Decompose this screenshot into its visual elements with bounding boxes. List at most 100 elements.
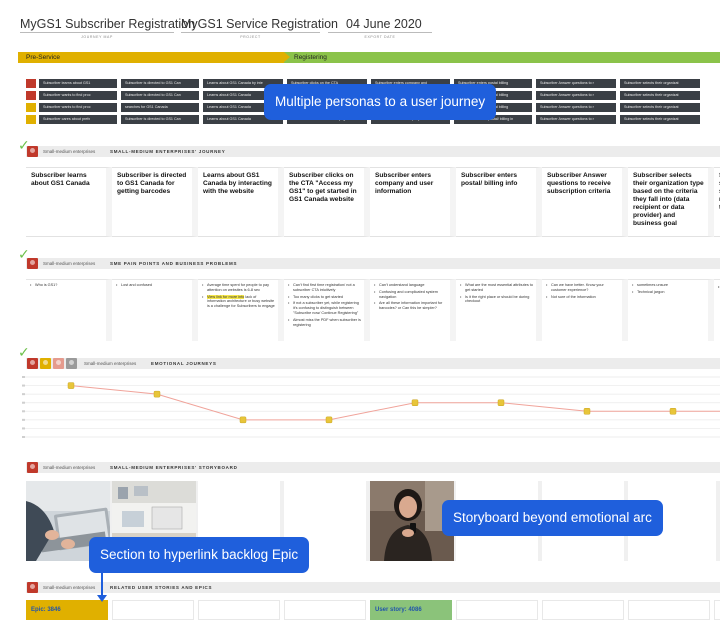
journey-step-card[interactable]: S s s n t <box>714 167 720 237</box>
journey-step-card[interactable]: Subscriber is directed to GS1 Canada for… <box>112 167 198 237</box>
persona-grid-cell[interactable]: Subscriber Answer questions to r <box>536 79 616 88</box>
persona-grid-cell[interactable]: Subscriber cares about prefx <box>39 115 117 124</box>
persona-grid-cell[interactable]: Subscriber is directed to GS1 Can <box>121 79 199 88</box>
pain-point-column[interactable]: Average time spent for people to pay att… <box>198 279 284 341</box>
persona-avatar-icon <box>27 582 38 593</box>
phase-arrow-icon <box>284 52 290 62</box>
emotion-point[interactable] <box>497 399 505 406</box>
pain-point-column[interactable]: What are the most essential attributes t… <box>456 279 542 341</box>
journey-step-card[interactable]: Subscriber selects their organization ty… <box>628 167 714 237</box>
persona-avatar-icon <box>27 146 38 157</box>
persona-grid-cell[interactable]: Subscriber Answer questions to r <box>536 91 616 100</box>
persona-grid-cell[interactable]: Subscriber selects their organizat <box>620 91 700 100</box>
persona-grid-cell[interactable]: Subscriber selects their organizat <box>620 79 700 88</box>
journey-step-card[interactable]: Subscriber Answer questions to receive s… <box>542 167 628 237</box>
emotion-point[interactable] <box>411 399 419 406</box>
chart-y-tick <box>22 393 25 396</box>
pain-point-column[interactable]: Can we have better. Know your customer e… <box>542 279 628 341</box>
persona-label: Small-medium enterprises <box>43 585 96 590</box>
pain-point-item: Lost and confused <box>116 283 189 288</box>
pain-point-item: View link for more info lack of informat… <box>202 294 275 309</box>
callout-personas: Multiple personas to a user journey <box>264 84 497 120</box>
storyboard-section-title: SMALL-MEDIUM ENTERPRISES' STORYBOARD <box>110 465 238 470</box>
header-underline <box>20 32 174 33</box>
pain-point-item: Can we have better. Know your customer e… <box>546 283 619 293</box>
empty-story-slot[interactable] <box>542 600 624 620</box>
pain-point-item: Are all these information important for … <box>374 301 447 311</box>
chart-y-tick <box>22 410 25 413</box>
pain-point-item: Average time spent for people to pay att… <box>202 283 275 293</box>
persona-grid-cell[interactable]: Subscriber selects their organizat <box>620 103 700 112</box>
journey-step-card[interactable]: Subscriber enters company and user infor… <box>370 167 456 237</box>
project-title: MyGS1 Service Registration <box>181 17 339 31</box>
journey-step-card[interactable]: Subscriber enters postal/ billing info <box>456 167 542 237</box>
emotion-point[interactable] <box>669 408 677 415</box>
pain-point-column[interactable] <box>714 279 720 341</box>
persona-label: Small-medium enterprises <box>43 149 96 154</box>
persona-grid-cell[interactable]: Subscriber Answer questions to r <box>536 115 616 124</box>
callout-pointer-line <box>101 573 103 597</box>
pain-point-item: What are the most essential attributes t… <box>460 283 533 293</box>
emotion-point[interactable] <box>239 416 247 424</box>
persona-grid-cell[interactable]: Subscriber wants to find proc <box>39 103 117 112</box>
emotion-point[interactable] <box>325 416 333 424</box>
pain-point-item: Can't find first time registration/ not … <box>288 283 361 293</box>
pain-point-column[interactable]: Can't understand language Confusing and c… <box>370 279 456 341</box>
header-underline <box>181 32 320 33</box>
pain-point-column[interactable]: Lost and confused <box>112 279 198 341</box>
pain-point-column[interactable]: sometimes unsure Technical jargon <box>628 279 714 341</box>
persona-grid-cell[interactable]: Subscriber is directed to GS1 Can <box>121 115 199 124</box>
empty-story-slot[interactable] <box>714 600 720 620</box>
empty-story-slot[interactable] <box>198 600 280 620</box>
empty-story-slot[interactable] <box>284 600 366 620</box>
journey-map-title: MyGS1 Subscriber Registration <box>20 17 196 31</box>
chart-y-tick <box>22 418 25 421</box>
phase-pre-service[interactable]: Pre-Service <box>18 52 284 63</box>
chart-y-tick <box>22 427 25 430</box>
empty-story-slot[interactable] <box>112 600 194 620</box>
chart-y-tick <box>22 436 25 438</box>
emotion-point[interactable] <box>153 390 161 398</box>
pain-point-item: Is it the right place or should be durin… <box>460 295 533 305</box>
pain-point-column[interactable]: Who is GS1? <box>26 279 112 341</box>
persona-grid-cell[interactable]: Subscriber is directed to GS1 Can <box>121 91 199 100</box>
user-story-link[interactable]: User story: 4086 <box>370 600 452 620</box>
persona-grid-cell[interactable]: Subscriber selects their organizat <box>620 115 700 124</box>
persona-avatar-icon <box>40 358 51 369</box>
persona-avatar-icon <box>26 103 36 112</box>
export-date: 04 June 2020 <box>346 17 422 31</box>
chart-y-tick <box>22 384 25 387</box>
more-info-link[interactable]: View link for more info <box>207 294 245 299</box>
callout-backlog: Section to hyperlink backlog Epic <box>89 537 310 573</box>
emotion-point[interactable] <box>67 382 75 389</box>
pain-point-column[interactable]: Can't find first time registration/ not … <box>284 279 370 341</box>
chart-y-tick <box>22 376 25 378</box>
pain-point-item: Almost miss the PDF when subscriber is r… <box>288 318 361 328</box>
journey-step-card[interactable]: Subscriber learns about GS1 Canada <box>26 167 112 237</box>
phase-registering[interactable]: Registering <box>284 52 720 63</box>
empty-story-slot[interactable] <box>628 600 710 620</box>
emotional-journey-chart <box>22 376 720 438</box>
persona-avatar-icon <box>26 115 36 124</box>
persona-avatar-icon <box>26 91 36 100</box>
persona-grid-cell[interactable]: Subscriber wants to find proc <box>39 91 117 100</box>
stories-section-title: RELATED USER STORIES AND EPICS <box>110 585 213 590</box>
emotion-point[interactable] <box>583 408 591 415</box>
pain-section-title: SME PAIN POINTS AND BUSINESS PROBLEMS <box>110 261 238 266</box>
persona-label: Small-medium enterprises <box>84 361 137 366</box>
epic-link[interactable]: Epic: 3846 <box>26 600 108 620</box>
persona-grid-cell[interactable]: Subscriber learns about GS1 <box>39 79 117 88</box>
pain-point-item: Confusing and complicated system navigat… <box>374 290 447 300</box>
pain-point-item: If not a subscriber yet, while registeri… <box>288 301 361 315</box>
persona-avatar-icon <box>53 358 64 369</box>
pain-point-item: sometimes unsure <box>632 283 705 288</box>
persona-grid-cell[interactable]: Subscriber Answer questions to r <box>536 103 616 112</box>
journey-step-card[interactable]: Subscriber clicks on the CTA "Access my … <box>284 167 370 237</box>
header-underline <box>328 32 432 33</box>
persona-grid-cell[interactable]: searches for GS1 Canada <box>121 103 199 112</box>
arrow-down-icon <box>97 595 107 602</box>
journey-step-card[interactable]: Learns about GS1 Canada by interacting w… <box>198 167 284 237</box>
persona-label: Small-medium enterprises <box>43 465 96 470</box>
pain-point-item: Not sure of the information <box>546 295 619 300</box>
empty-story-slot[interactable] <box>456 600 538 620</box>
